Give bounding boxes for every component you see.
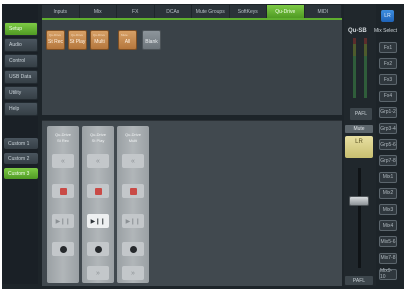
mix-select-mix1[interactable]: Mix1 — [379, 171, 397, 183]
mix-select-grp1-2[interactable]: Grp1-2 — [379, 106, 397, 118]
softkey-st-rec[interactable]: Qu-Drive St Rec — [46, 30, 65, 50]
tab-softkeys[interactable]: SoftKeys — [230, 5, 267, 18]
stop-icon — [94, 187, 102, 195]
mix-select-title: Mix Select — [374, 28, 398, 34]
meter-right — [364, 38, 367, 98]
model-label: Qu-SB — [348, 28, 367, 34]
softkey-mute-all[interactable]: Mute All — [118, 30, 137, 50]
strip-multi: Qu-Drive Multi « ▶❙❙ » — [117, 126, 149, 283]
strip-title: Qu-Drive St Rec — [47, 132, 79, 144]
mix-select-fx2[interactable]: Fx2 — [379, 58, 397, 70]
softkey-label: All — [124, 39, 131, 45]
tab-qu-drive[interactable]: Qu-Drive — [267, 5, 305, 18]
custom-2-button[interactable]: Custom 2 — [4, 153, 38, 164]
tab-dcas[interactable]: DCAs — [155, 5, 192, 18]
mix-select-mix3[interactable]: Mix3 — [379, 204, 397, 215]
record-button[interactable] — [122, 242, 144, 256]
softkey-sub-label: Mute — [121, 33, 128, 37]
strip-title-line2: Multi — [128, 138, 138, 143]
play-pause-icon: ▶❙❙ — [125, 218, 141, 225]
mix-lr-button[interactable]: LR — [381, 10, 394, 22]
tab-midi[interactable]: MIDI — [305, 5, 342, 18]
rewind-button[interactable]: « — [52, 154, 74, 168]
custom-3-button[interactable]: Custom 3 — [4, 168, 38, 179]
softkey-label: Blank — [145, 39, 158, 45]
pafl-button[interactable]: PAFL — [350, 108, 372, 120]
strip-title-line2: St Play — [91, 138, 105, 143]
softkey-st-play[interactable]: Qu-Drive St Play — [68, 30, 87, 50]
stop-button[interactable] — [122, 184, 144, 198]
tab-mix[interactable]: Mix — [80, 5, 117, 18]
fader-scale — [348, 170, 354, 270]
stop-icon — [129, 187, 137, 195]
play-pause-button[interactable]: ▶❙❙ — [87, 214, 109, 228]
tab-inputs[interactable]: Inputs — [42, 5, 80, 18]
forward-icon: » — [96, 269, 100, 277]
play-pause-button[interactable]: ▶❙❙ — [52, 214, 74, 228]
play-pause-button[interactable]: ▶❙❙ — [122, 214, 144, 228]
tab-fx[interactable]: FX — [117, 5, 155, 18]
softkey-multi[interactable]: Qu-Drive Multi — [90, 30, 109, 50]
forward-button[interactable]: » — [87, 266, 109, 280]
menu-help[interactable]: Help — [4, 102, 38, 116]
mute-button[interactable]: Mute — [345, 125, 373, 133]
menu-control[interactable]: Control — [4, 54, 38, 68]
softkey-label: St Rec — [47, 39, 63, 45]
rewind-icon: « — [96, 157, 100, 165]
strip-st-play: Qu-Drive St Play « ▶❙❙ » — [82, 126, 114, 283]
strip-title: Qu-Drive Multi — [117, 132, 149, 144]
record-icon — [129, 245, 137, 253]
softkey-label: Multi — [94, 39, 105, 45]
record-icon — [59, 245, 67, 253]
lr-select-button[interactable]: LR — [345, 136, 373, 158]
strip-title: Qu-Drive St Play — [82, 132, 114, 144]
mix-select-mix4[interactable]: Mix4 — [379, 220, 397, 232]
mix-select-fx3[interactable]: Fx3 — [379, 74, 397, 86]
mix-select-grp5-6[interactable]: Grp5-6 — [379, 139, 397, 151]
record-icon — [94, 245, 102, 253]
strip-title-line2: St Rec — [56, 138, 69, 143]
master-fader[interactable] — [349, 196, 369, 206]
fader-track — [358, 168, 361, 268]
forward-icon: » — [131, 269, 135, 277]
record-button[interactable] — [87, 242, 109, 256]
forward-button[interactable]: » — [122, 266, 144, 280]
rewind-icon: « — [61, 157, 65, 165]
menu-setup[interactable]: Setup — [4, 22, 38, 36]
softkey-sub-label: Qu-Drive — [71, 33, 84, 37]
meter-left — [353, 38, 356, 98]
softkey-blank[interactable]: Blank — [142, 30, 161, 50]
softkey-sub-label: Qu-Drive — [49, 33, 62, 37]
pafl-bottom-button[interactable]: PAFL — [345, 276, 373, 285]
stop-button[interactable] — [87, 184, 109, 198]
stop-button[interactable] — [52, 184, 74, 198]
transport-panel: Qu-Drive St Rec « ▶❙❙ Qu-Drive St Play «… — [42, 120, 342, 286]
rewind-button[interactable]: « — [122, 154, 144, 168]
tab-mute-groups[interactable]: Mute Groups — [192, 5, 230, 18]
mix-select-mix9-10[interactable]: Mix9-10 — [379, 268, 397, 280]
mix-select-grp3-4[interactable]: Grp3-4 — [379, 123, 397, 134]
play-pause-icon: ▶❙❙ — [55, 218, 71, 225]
mix-select-fx4[interactable]: Fx4 — [379, 90, 397, 102]
softkey-sub-label: Qu-Drive — [93, 33, 106, 37]
mix-select-mix2[interactable]: Mix2 — [379, 187, 397, 199]
menu-usb-data[interactable]: USB Data — [4, 70, 38, 84]
strip-st-rec: Qu-Drive St Rec « ▶❙❙ — [47, 126, 79, 283]
menu-audio[interactable]: Audio — [4, 38, 38, 52]
mix-select-mix5-6[interactable]: Mix5-6 — [379, 236, 397, 248]
tab-bar: Inputs Mix FX DCAs Mute Groups SoftKeys … — [42, 5, 342, 18]
mix-select-grp7-8[interactable]: Grp7-8 — [379, 155, 397, 167]
menu-utility[interactable]: Utility — [4, 86, 38, 100]
play-pause-icon: ▶❙❙ — [90, 218, 106, 225]
stop-icon — [59, 187, 67, 195]
softkey-label: St Play — [69, 39, 86, 45]
softkey-panel: Qu-Drive St Rec Qu-Drive St Play Qu-Driv… — [42, 18, 342, 115]
mix-select-fx1[interactable]: Fx1 — [379, 42, 397, 53]
mix-select-mix7-8[interactable]: Mix7-8 — [379, 252, 397, 264]
rewind-icon: « — [131, 157, 135, 165]
rewind-button[interactable]: « — [87, 154, 109, 168]
custom-1-button[interactable]: Custom 1 — [4, 138, 38, 149]
record-button[interactable] — [52, 242, 74, 256]
